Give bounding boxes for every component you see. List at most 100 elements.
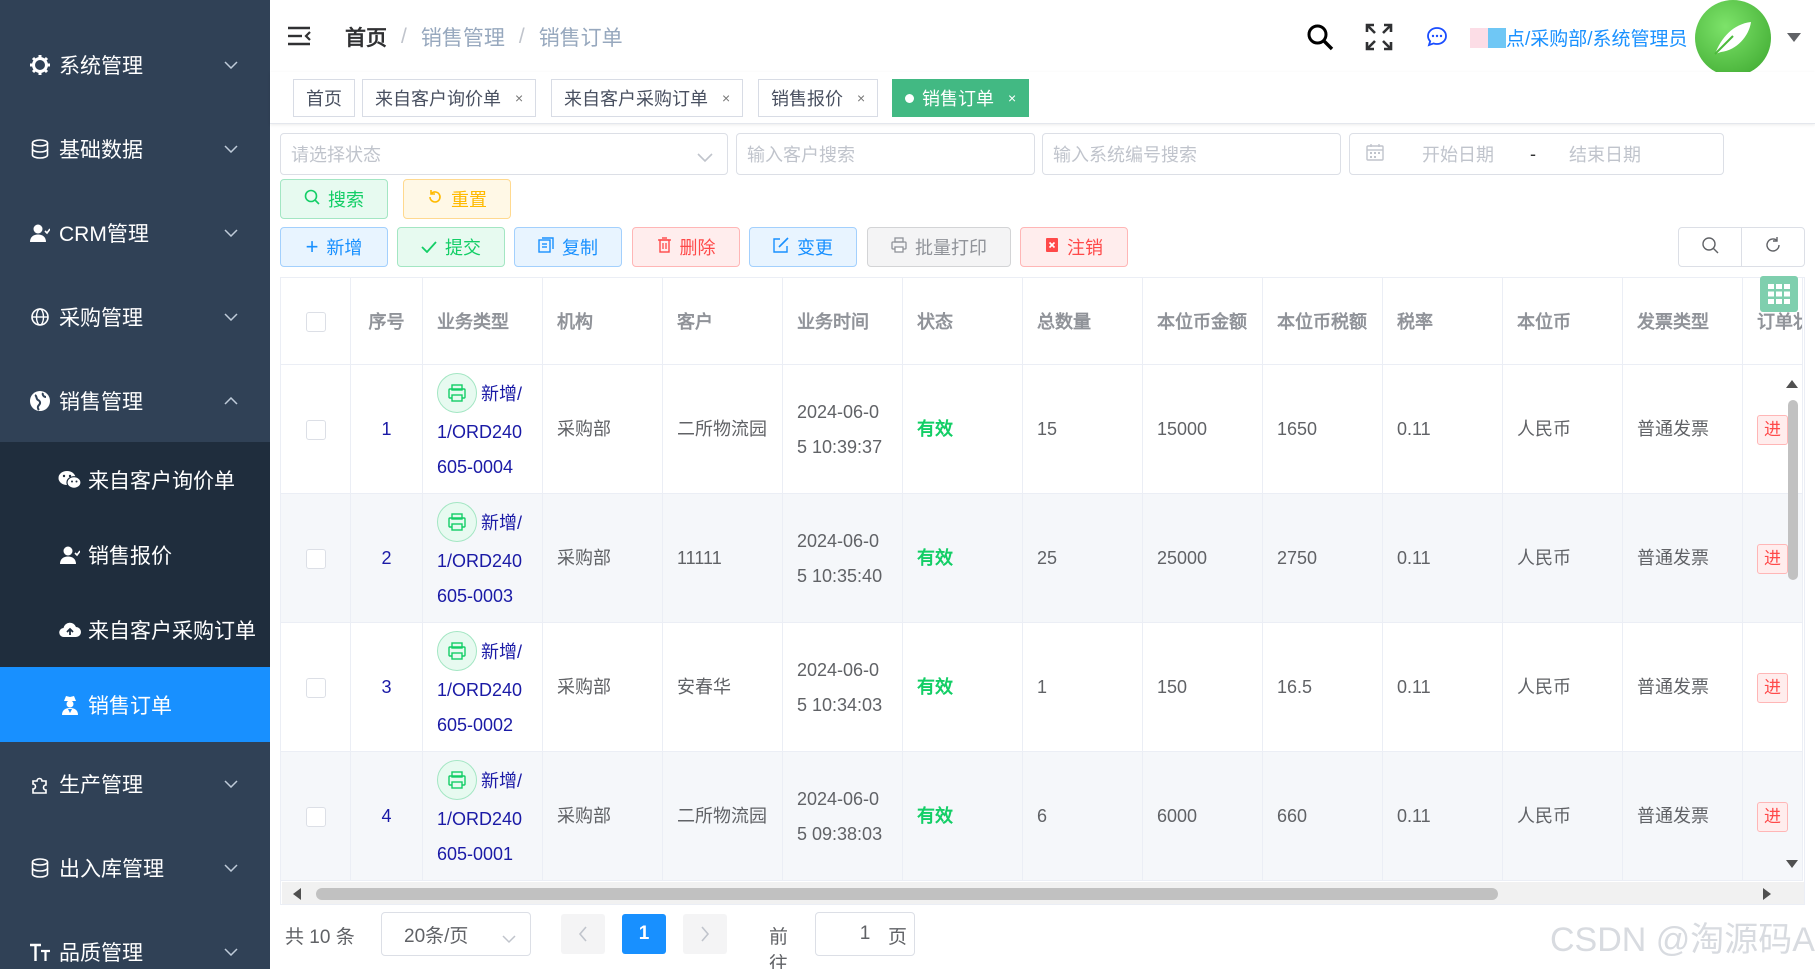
message-icon[interactable] xyxy=(1422,22,1452,52)
close-icon[interactable]: × xyxy=(1008,90,1016,106)
avatar[interactable] xyxy=(1695,0,1771,76)
menu-inventory[interactable]: 出入库管理 xyxy=(0,826,270,910)
page-size-select[interactable]: 20条/页 xyxy=(381,912,531,956)
tag-customer-po[interactable]: 来自客户采购订单 × xyxy=(551,79,744,117)
delete-button[interactable]: 删除 xyxy=(632,227,740,267)
biz-no-link[interactable]: 1/ORD240605-0002 xyxy=(437,680,522,735)
sub-item-customer-po[interactable]: 来自客户采购订单 xyxy=(0,592,270,667)
scroll-down-icon[interactable] xyxy=(1785,856,1799,874)
scroll-up-icon[interactable] xyxy=(1785,376,1799,394)
toggle-search-button[interactable] xyxy=(1678,227,1742,267)
scroll-left-icon[interactable] xyxy=(292,887,302,906)
table-row[interactable]: 1 新增/1/ORD240605-0004 采购部 二所物流园 2024-06-… xyxy=(281,365,1803,494)
column-header[interactable]: 机构 xyxy=(543,278,663,365)
sub-item-customer-inquiry[interactable]: 来自客户询价单 xyxy=(0,442,270,517)
column-header[interactable]: 序号 xyxy=(351,278,423,365)
copy-button[interactable]: 复制 xyxy=(514,227,622,267)
menu-sales[interactable]: 销售管理 xyxy=(0,359,270,443)
search-icon[interactable] xyxy=(1305,22,1335,52)
cancel-button-label: 注销 xyxy=(1067,238,1103,258)
vertical-scrollbar[interactable] xyxy=(1784,372,1800,872)
biz-type-cell: 新增/1/ORD240605-0004 xyxy=(423,365,543,494)
search-button[interactable]: 搜索 xyxy=(280,179,388,219)
menu-label: 销售管理 xyxy=(59,391,143,414)
printer-icon[interactable] xyxy=(437,372,477,413)
menu-label: 品质管理 xyxy=(59,942,143,965)
sub-item-sales-quote[interactable]: 销售报价 xyxy=(0,517,270,592)
breadcrumb: 首页 / 销售管理 / 销售订单 xyxy=(345,22,623,52)
fullscreen-icon[interactable] xyxy=(1364,22,1394,52)
customer-search-input[interactable]: 输入客户搜索 xyxy=(736,133,1035,175)
tag-home[interactable]: 首页 xyxy=(293,79,355,117)
horizontal-scrollbar[interactable] xyxy=(282,882,1804,904)
menu-production[interactable]: 生产管理 xyxy=(0,742,270,826)
column-header[interactable]: 本位币 xyxy=(1503,278,1623,365)
table-row[interactable]: 2 新增/1/ORD240605-0003 采购部 11111 2024-06-… xyxy=(281,494,1803,623)
column-settings-icon[interactable] xyxy=(1760,276,1798,312)
menu-base-data[interactable]: 基础数据 xyxy=(0,107,270,191)
printer-icon[interactable] xyxy=(437,630,477,671)
biz-no-link[interactable]: 1/ORD240605-0003 xyxy=(437,551,522,606)
batch-print-button[interactable]: 批量打印 xyxy=(867,227,1011,267)
refresh-button[interactable] xyxy=(1741,227,1805,267)
cancel-button[interactable]: 注销 xyxy=(1020,227,1128,267)
column-header[interactable]: 发票类型 xyxy=(1623,278,1743,365)
row-checkbox[interactable] xyxy=(305,677,326,698)
close-icon[interactable]: × xyxy=(515,90,523,106)
printer-icon[interactable] xyxy=(437,759,477,800)
change-button[interactable]: 变更 xyxy=(749,227,857,267)
page-number-current[interactable]: 1 xyxy=(622,914,666,954)
column-header[interactable]: 总数量 xyxy=(1023,278,1143,365)
status-select[interactable]: 请选择状态 xyxy=(280,133,728,175)
column-header[interactable]: 客户 xyxy=(663,278,783,365)
hamburger-icon[interactable] xyxy=(286,22,314,50)
sub-item-sales-order[interactable]: 销售订单 xyxy=(0,667,270,742)
time-cell: 2024-06-05 10:34:03 xyxy=(783,623,903,752)
tag-sales-order[interactable]: 销售订单 × xyxy=(892,79,1030,117)
tag-sales-quote[interactable]: 销售报价 × xyxy=(758,79,879,117)
rate-cell: 0.11 xyxy=(1383,623,1503,752)
printer-icon[interactable] xyxy=(437,501,477,542)
column-header[interactable]: 业务时间 xyxy=(783,278,903,365)
prev-page-button[interactable] xyxy=(561,914,605,954)
menu-system[interactable]: 系统管理 xyxy=(0,23,270,107)
date-range-picker[interactable]: 开始日期 - 结束日期 xyxy=(1349,133,1724,175)
table-row[interactable]: 4 新增/1/ORD240605-0001 采购部 二所物流园 2024-06-… xyxy=(281,752,1803,881)
scroll-right-icon[interactable] xyxy=(1762,887,1772,906)
horizontal-scroll-thumb[interactable] xyxy=(316,888,1498,900)
status-cell: 有效 xyxy=(903,365,1023,494)
table-row[interactable]: 3 新增/1/ORD240605-0002 采购部 安春华 2024-06-05… xyxy=(281,623,1803,752)
menu-quality[interactable]: 品质管理 xyxy=(0,910,270,969)
navbar: 首页 / 销售管理 / 销售订单 点/采购部/系统管理员 xyxy=(270,0,1815,76)
biz-type-link[interactable]: 新增/ xyxy=(481,383,522,403)
next-page-button[interactable] xyxy=(683,914,727,954)
reset-button[interactable]: 重置 xyxy=(403,179,511,219)
add-button[interactable]: + 新增 xyxy=(280,227,388,267)
column-header[interactable]: 业务类型 xyxy=(423,278,543,365)
biz-no-link[interactable]: 1/ORD240605-0004 xyxy=(437,422,522,477)
biz-type-link[interactable]: 新增/ xyxy=(481,770,522,790)
menu-purchase[interactable]: 采购管理 xyxy=(0,275,270,359)
biz-no-link[interactable]: 1/ORD240605-0001 xyxy=(437,809,522,864)
row-checkbox[interactable] xyxy=(305,419,326,440)
biz-type-cell: 新增/1/ORD240605-0003 xyxy=(423,494,543,623)
column-header[interactable]: 税率 xyxy=(1383,278,1503,365)
submit-button[interactable]: 提交 xyxy=(397,227,505,267)
close-icon[interactable]: × xyxy=(722,90,730,106)
tag-customer-inquiry[interactable]: 来自客户询价单 × xyxy=(362,79,537,117)
column-header[interactable]: 本位币金额 xyxy=(1143,278,1263,365)
close-icon[interactable]: × xyxy=(857,90,865,106)
currency-cell: 人民币 xyxy=(1503,623,1623,752)
vertical-scroll-thumb[interactable] xyxy=(1788,400,1798,580)
row-checkbox[interactable] xyxy=(305,548,326,569)
row-checkbox[interactable] xyxy=(305,806,326,827)
biz-type-link[interactable]: 新增/ xyxy=(481,641,522,661)
column-header[interactable]: 状态 xyxy=(903,278,1023,365)
caret-down-icon[interactable] xyxy=(1787,30,1801,42)
biz-type-link[interactable]: 新增/ xyxy=(481,512,522,532)
menu-crm[interactable]: CRM管理 xyxy=(0,191,270,275)
column-header[interactable]: 本位币税额 xyxy=(1263,278,1383,365)
select-all-checkbox[interactable] xyxy=(305,311,326,332)
breadcrumb-home[interactable]: 首页 xyxy=(345,22,387,52)
code-search-input[interactable]: 输入系统编号搜索 xyxy=(1042,133,1341,175)
